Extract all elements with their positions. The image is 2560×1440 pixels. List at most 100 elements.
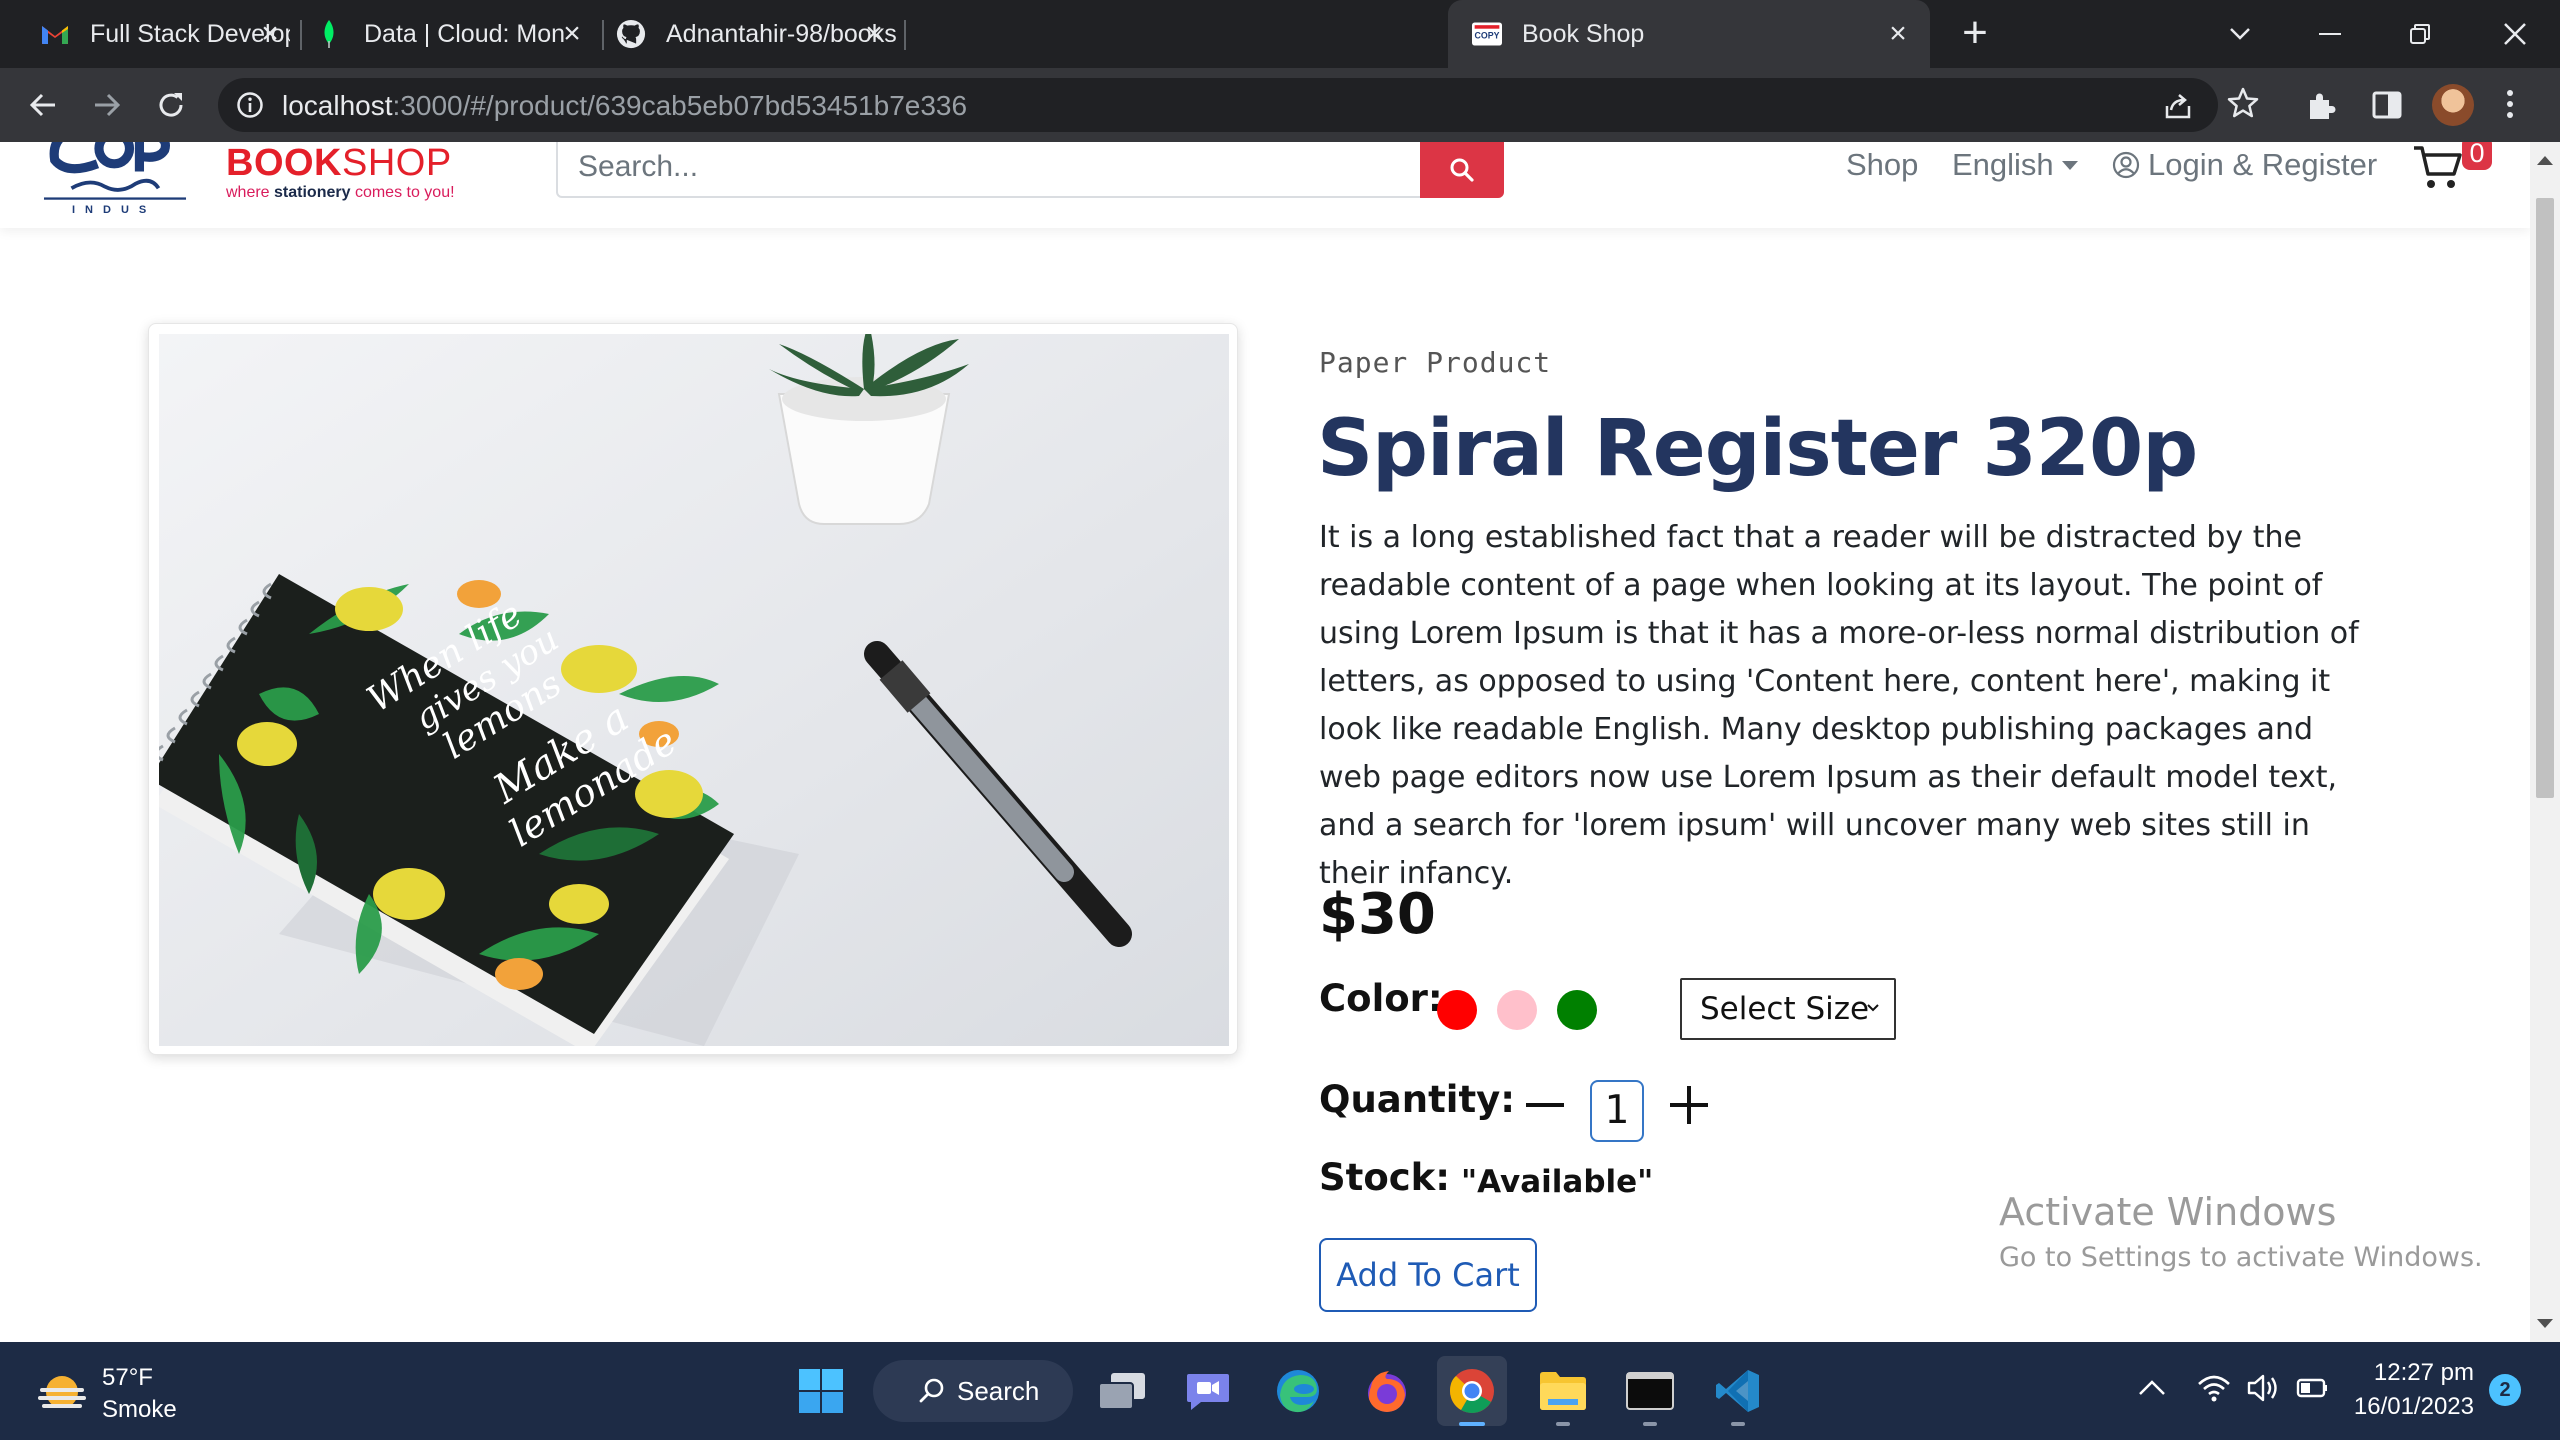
tab-title: Data | Cloud: MongoDB Cloud	[364, 19, 564, 48]
weather-widget[interactable]: 57°F Smoke	[36, 1360, 296, 1424]
firefox-button[interactable]	[1352, 1356, 1422, 1426]
search-icon	[919, 1378, 944, 1403]
edge-browser-button[interactable]	[1263, 1356, 1333, 1426]
page-scrollbar[interactable]	[2530, 142, 2560, 1342]
site-info-icon[interactable]	[236, 91, 264, 119]
logo-wordmark: BOOKSHOP	[226, 142, 452, 184]
battery-icon[interactable]	[2295, 1370, 2331, 1406]
tab-search-chevron-icon[interactable]	[2195, 0, 2285, 68]
logo-tagline: where stationery comes to you!	[226, 184, 455, 201]
close-icon[interactable]: ×	[256, 19, 284, 49]
browser-tab-strip: Full Stack Developer at Seed Anal × Data…	[0, 0, 2560, 68]
language-dropdown[interactable]: English	[1952, 142, 2078, 188]
tab-bookshop[interactable]: COPY Book Shop ×	[1448, 0, 1930, 68]
product-price: $30	[1319, 882, 1436, 947]
forward-arrow-icon[interactable]	[84, 82, 130, 128]
notification-count-badge[interactable]: 2	[2489, 1374, 2521, 1406]
svg-text:COPY: COPY	[1475, 30, 1500, 40]
folder-icon	[1540, 1372, 1586, 1410]
plus-icon	[1670, 1086, 1708, 1124]
close-window-button[interactable]	[2470, 0, 2560, 68]
cart-count-badge: 0	[2462, 142, 2492, 170]
add-to-cart-button[interactable]: Add To Cart	[1319, 1238, 1537, 1312]
login-register-label: Login & Register	[2148, 147, 2378, 182]
address-bar[interactable]: localhost:3000/#/product/639cab5eb07bd53…	[218, 78, 2218, 132]
scroll-up-arrow-icon[interactable]	[2537, 156, 2553, 165]
weather-description: Smoke	[102, 1396, 177, 1423]
search-bar	[556, 142, 1504, 198]
chevron-down-icon	[1867, 1004, 1879, 1012]
search-input[interactable]	[578, 144, 1428, 190]
file-explorer-button[interactable]	[1528, 1356, 1598, 1426]
show-hidden-icons-chevron-icon[interactable]	[2134, 1370, 2170, 1406]
caret-down-icon	[2061, 160, 2078, 170]
vscode-button[interactable]	[1703, 1356, 1773, 1426]
stock-label: Stock:	[1319, 1156, 1451, 1199]
color-swatch-pink[interactable]	[1497, 990, 1537, 1030]
teams-chat-button[interactable]	[1173, 1356, 1243, 1426]
watermark-subtitle: Go to Settings to activate Windows.	[1999, 1242, 2483, 1273]
github-icon	[616, 19, 646, 49]
close-icon[interactable]: ×	[558, 19, 586, 49]
scroll-down-arrow-icon[interactable]	[2537, 1319, 2553, 1328]
watermark-title: Activate Windows	[1999, 1190, 2337, 1234]
user-circle-icon	[2112, 151, 2140, 179]
side-panel-icon[interactable]	[2370, 88, 2404, 122]
url-text: localhost:3000/#/product/639cab5eb07bd53…	[282, 90, 968, 121]
system-clock[interactable]: 12:27 pm 16/01/2023	[2340, 1356, 2474, 1424]
bookmark-star-icon[interactable]	[2226, 86, 2260, 120]
volume-icon[interactable]	[2245, 1370, 2281, 1406]
nav-shop-link[interactable]: Shop	[1846, 142, 1918, 188]
scrollbar-thumb[interactable]	[2536, 198, 2554, 798]
new-tab-button[interactable]: +	[1955, 11, 1995, 55]
gmail-icon	[40, 19, 70, 49]
color-label: Color:	[1319, 977, 1443, 1020]
product-image-card: When life gives you lemons Make a lemona…	[148, 323, 1238, 1055]
cart-icon[interactable]	[2412, 142, 2464, 192]
reload-icon[interactable]	[148, 82, 194, 128]
chrome-button[interactable]	[1437, 1356, 1507, 1426]
weather-haze-icon	[38, 1376, 86, 1408]
login-register-link[interactable]: Login & Register	[2112, 142, 2377, 188]
product-description: It is a long established fact that a rea…	[1319, 520, 2359, 891]
vscode-icon	[1716, 1370, 1759, 1412]
quantity-label: Quantity:	[1319, 1078, 1516, 1121]
share-icon[interactable]	[2162, 90, 2194, 122]
search-button[interactable]	[1420, 142, 1504, 198]
clock-time: 12:27 pm	[2373, 1359, 2474, 1386]
teams-chat-icon	[1187, 1374, 1229, 1410]
back-arrow-icon[interactable]	[20, 82, 66, 128]
color-swatch-red[interactable]	[1437, 990, 1477, 1030]
close-icon[interactable]: ×	[860, 19, 888, 49]
more-menu-icon[interactable]	[2505, 86, 2515, 124]
wifi-icon[interactable]	[2196, 1370, 2232, 1406]
minimize-button[interactable]	[2285, 0, 2375, 68]
tab-gmail[interactable]: Full Stack Developer at Seed Anal ×	[0, 0, 302, 68]
size-select[interactable]: Select Size	[1680, 978, 1896, 1040]
tab-title: Book Shop	[1522, 19, 1645, 48]
profile-avatar[interactable]	[2432, 84, 2474, 126]
quantity-decrease-button[interactable]	[1522, 1082, 1568, 1128]
quantity-increase-button[interactable]	[1666, 1082, 1712, 1128]
site-logo[interactable]: BOOKSHOP where stationery comes to you! …	[22, 142, 482, 218]
firefox-icon	[1368, 1371, 1406, 1412]
taskbar-search[interactable]: Search	[873, 1360, 1073, 1422]
tab-mongodb-inner[interactable]: Data | Cloud: MongoDB Cloud ×	[302, 0, 604, 68]
quantity-value[interactable]: 1	[1590, 1080, 1644, 1142]
terminal-button[interactable]	[1615, 1356, 1685, 1426]
windows-logo-icon	[799, 1369, 843, 1413]
copy-line-logo-mark	[43, 142, 187, 200]
restore-button[interactable]	[2375, 0, 2465, 68]
task-view-button[interactable]	[1087, 1356, 1157, 1426]
start-button[interactable]	[786, 1356, 856, 1426]
extensions-puzzle-icon[interactable]	[2306, 88, 2340, 122]
tab-github-inner[interactable]: Adnantahir-98/bookshop_fronten ×	[604, 0, 906, 68]
chrome-icon	[1450, 1369, 1494, 1413]
task-view-icon	[1098, 1373, 1145, 1410]
search-icon	[1450, 158, 1474, 182]
clock-date: 16/01/2023	[2353, 1393, 2474, 1420]
product-photo: When life gives you lemons Make a lemona…	[159, 334, 1229, 1046]
color-swatch-green[interactable]	[1557, 990, 1597, 1030]
close-icon[interactable]: ×	[1884, 19, 1912, 49]
windows-activation-watermark: Activate Windows Go to Settings to activ…	[1999, 1190, 2483, 1273]
